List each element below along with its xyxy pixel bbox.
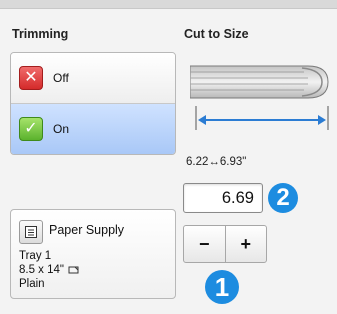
paper-size-text: 8.5 x 14" — [19, 264, 65, 276]
x-icon: ✕ — [19, 66, 43, 90]
paper-tray-icon — [19, 220, 43, 244]
paper-type-text: Plain — [19, 278, 45, 290]
callout-badge-1: 1 — [205, 270, 239, 304]
off-label: Off — [53, 71, 69, 85]
decrease-button[interactable]: − — [184, 226, 226, 262]
tray-text: Tray 1 — [19, 250, 52, 262]
trimming-on-option[interactable]: ✓ On — [11, 104, 175, 154]
trimming-options: ✕ Off ✓ On — [10, 52, 176, 155]
cut-to-size-label: Cut to Size — [184, 27, 249, 41]
trimming-off-option[interactable]: ✕ Off — [11, 53, 175, 104]
callout-badge-2: 2 — [268, 183, 298, 213]
size-range-text: 6.22↔6.93" — [186, 156, 247, 168]
paper-size-row: 8.5 x 14" — [19, 264, 80, 276]
on-label: On — [53, 122, 70, 136]
dimension-arrow — [195, 106, 329, 130]
size-stepper: − + — [183, 225, 267, 263]
increase-button[interactable]: + — [226, 226, 267, 262]
paper-supply-button[interactable]: Paper Supply Tray 1 8.5 x 14" Plain — [10, 209, 176, 299]
cut-size-value-field[interactable]: 6.69 — [183, 183, 263, 213]
landscape-orientation-icon — [68, 266, 79, 274]
booklet-cut-diagram — [190, 65, 329, 130]
top-bar — [0, 0, 337, 9]
paper-supply-label: Paper Supply — [49, 223, 125, 237]
trimming-label: Trimming — [12, 27, 69, 41]
paper-stack-illustration — [190, 65, 329, 99]
check-icon: ✓ — [19, 117, 43, 141]
